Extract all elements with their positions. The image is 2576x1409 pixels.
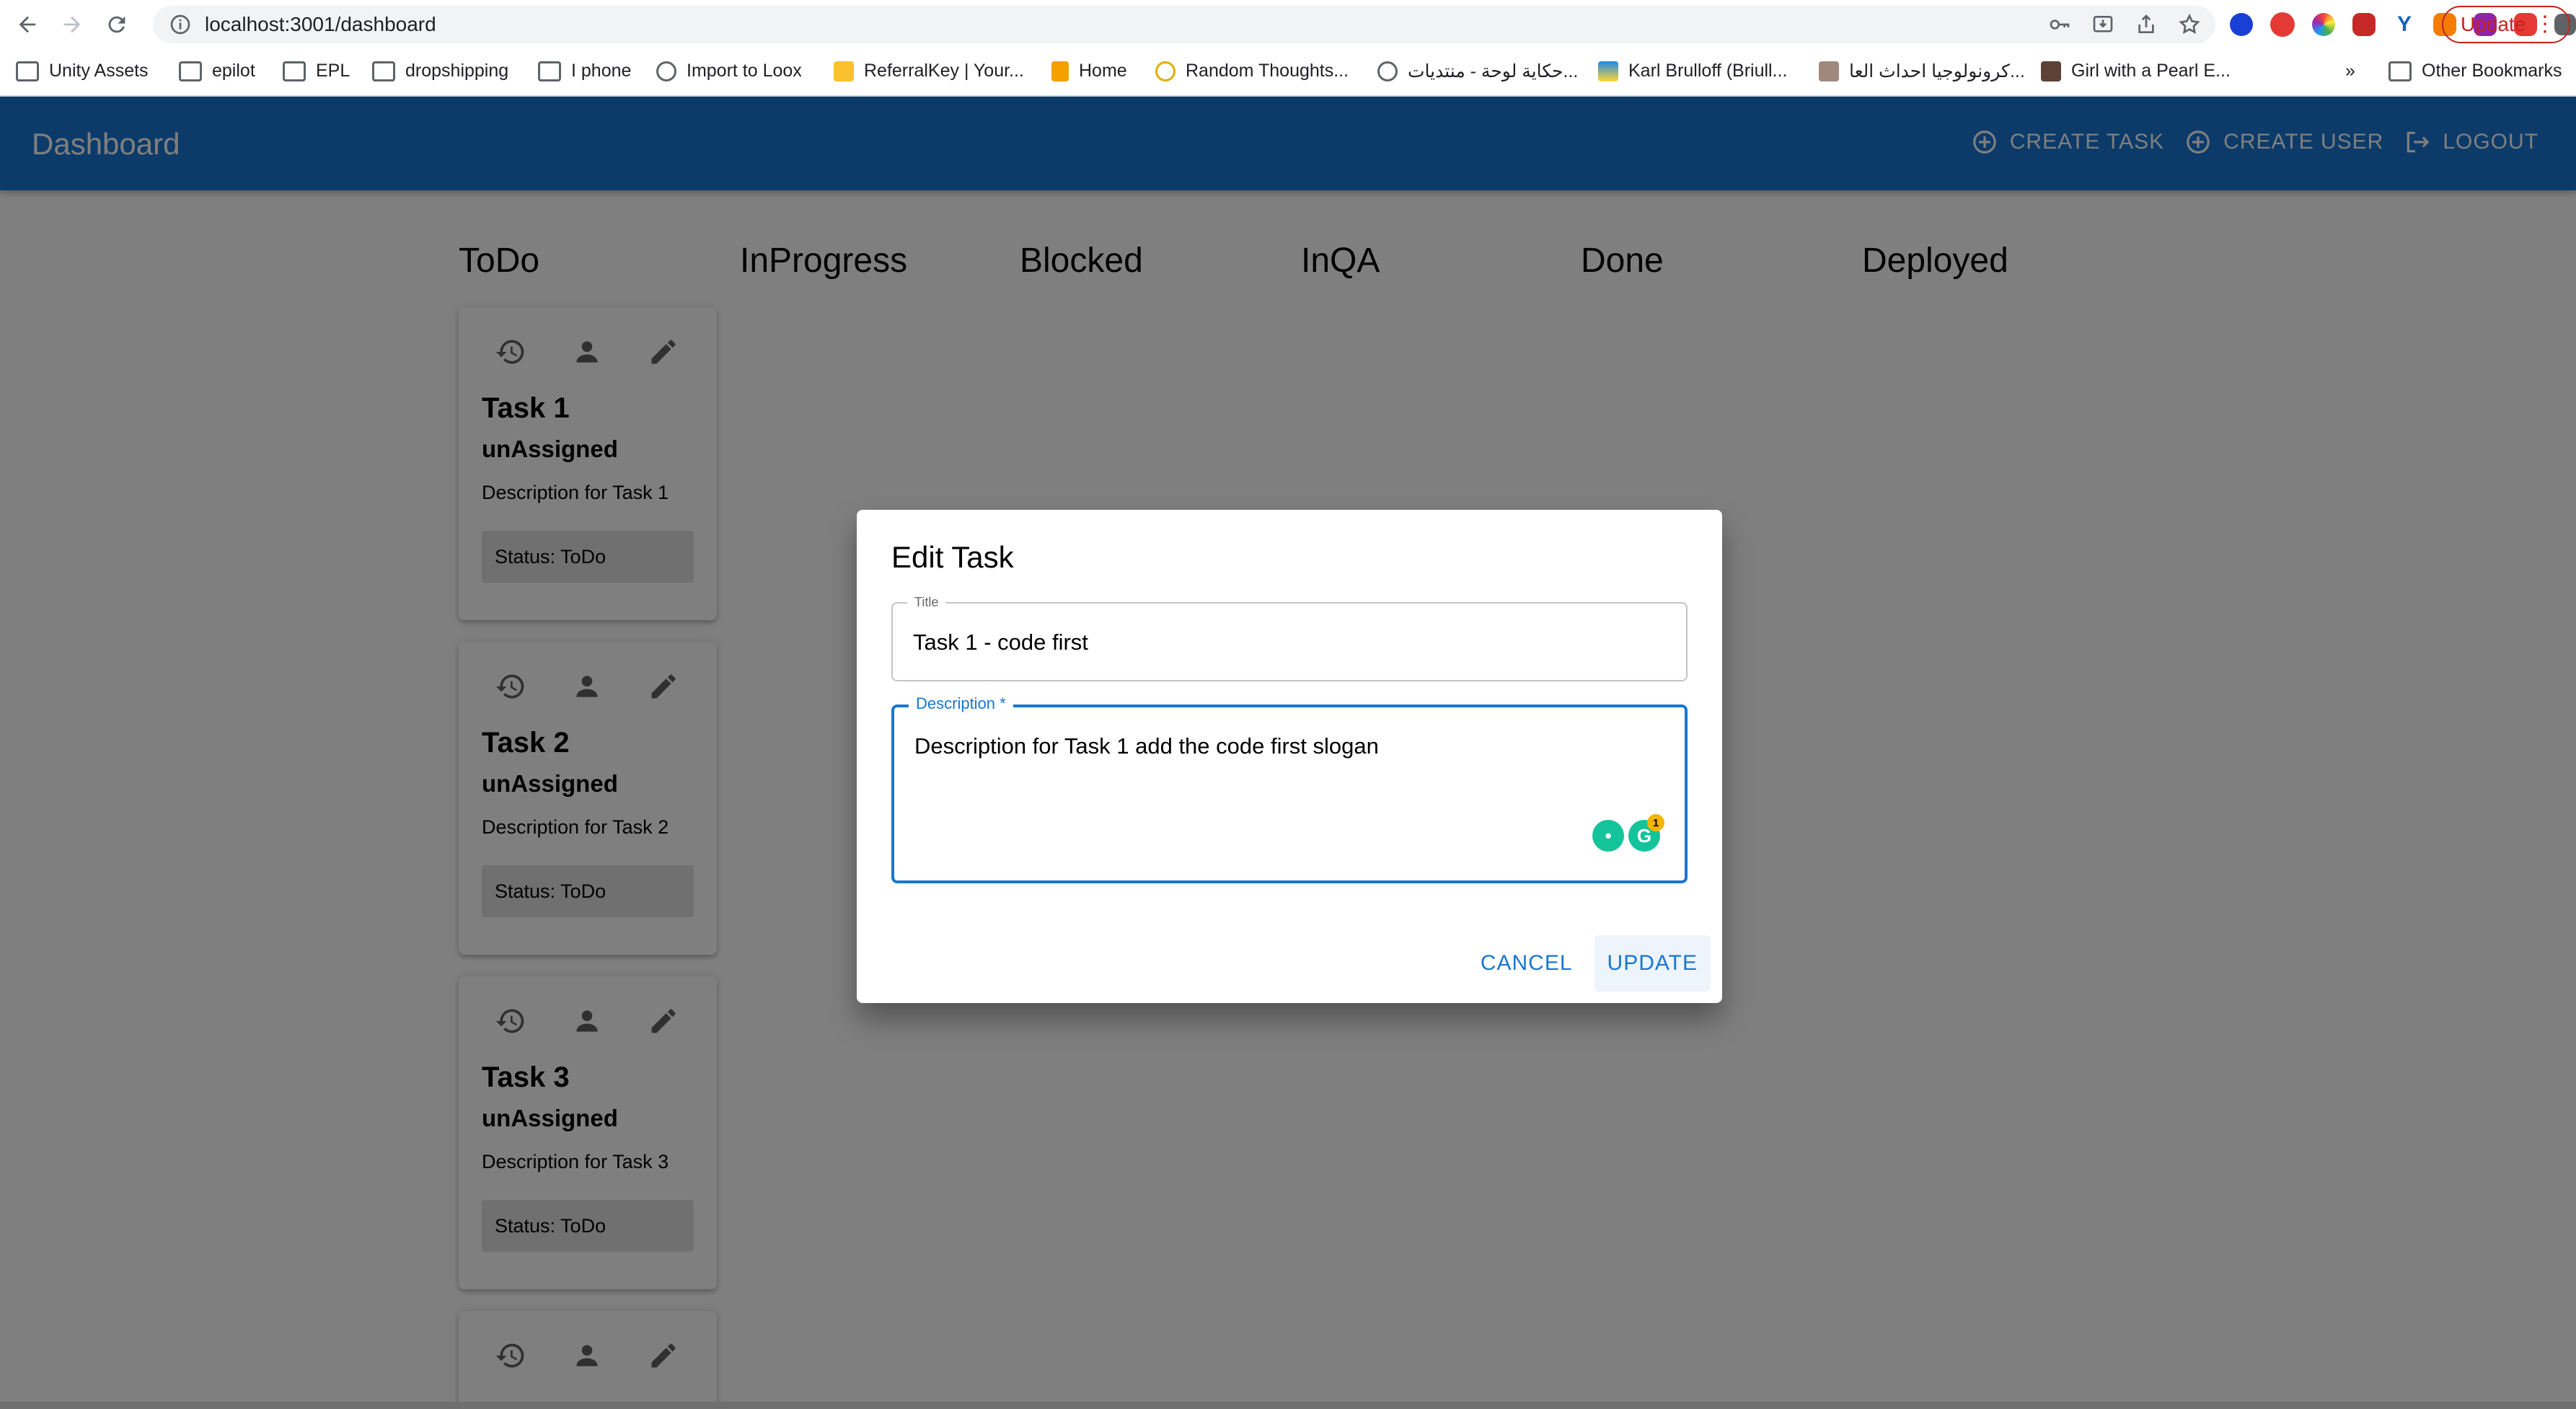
extension-color-wheel-icon[interactable] bbox=[2312, 13, 2335, 36]
url-text[interactable]: localhost:3001/dashboard bbox=[205, 13, 436, 36]
share-icon[interactable] bbox=[2135, 13, 2158, 36]
bookmark-epilot[interactable]: epilot bbox=[179, 61, 255, 81]
globe-icon bbox=[1377, 61, 1398, 81]
bookmark-iphone[interactable]: I phone bbox=[538, 61, 631, 81]
edit-task-dialog: Edit Task Title Task 1 - code first Desc… bbox=[857, 510, 1722, 1003]
bookmark-dropshipping[interactable]: dropshipping bbox=[372, 61, 508, 81]
home-site-icon bbox=[1051, 61, 1069, 81]
bookmark-label: Karl Brulloff (Briull... bbox=[1628, 61, 1788, 81]
bookmark-label: Other Bookmarks bbox=[2422, 61, 2562, 81]
bookmark-girl-with-pearl[interactable]: Girl with a Pearl E... bbox=[2041, 61, 2231, 81]
bookmark-label: كرونولوجيا احداث العا... bbox=[1849, 61, 2025, 81]
key-icon[interactable] bbox=[2048, 13, 2071, 36]
title-field[interactable]: Title Task 1 - code first bbox=[891, 595, 1688, 681]
browser-toolbar: localhost:3001/dashboard Y Update ⋮ bbox=[0, 0, 2576, 49]
title-input[interactable]: Task 1 - code first bbox=[913, 630, 1088, 655]
back-icon[interactable] bbox=[10, 7, 45, 42]
description-textarea[interactable]: Description for Task 1 add the code firs… bbox=[914, 733, 1379, 759]
extension-v-icon[interactable]: Y bbox=[2393, 12, 2416, 36]
folder-icon bbox=[372, 61, 395, 81]
folder-icon bbox=[538, 61, 561, 81]
dialog-title: Edit Task bbox=[891, 540, 1014, 574]
grammarly-icon[interactable]: G1 bbox=[1628, 814, 1664, 852]
folder-icon bbox=[179, 61, 202, 81]
bookmark-label: Random Thoughts... bbox=[1186, 61, 1349, 81]
update-label: Update bbox=[2461, 13, 2526, 35]
fruit-icon bbox=[1155, 61, 1175, 81]
bookmark-epl[interactable]: EPL bbox=[283, 61, 350, 81]
bookmark-arabic-painting[interactable]: حكاية لوحة - منتديات... bbox=[1377, 61, 1578, 82]
bookmark-label: I phone bbox=[571, 61, 632, 81]
bookmark-label: Girl with a Pearl E... bbox=[2071, 61, 2231, 81]
title-field-label: Title bbox=[907, 595, 946, 610]
folder-icon bbox=[16, 61, 39, 81]
folder-icon bbox=[2388, 61, 2412, 81]
bookmark-label: epilot bbox=[212, 61, 255, 81]
description-field[interactable]: Description * Description for Task 1 add… bbox=[891, 694, 1688, 883]
painting-icon bbox=[2041, 61, 2061, 81]
grammarly-bulb-icon[interactable]: • bbox=[1592, 820, 1624, 852]
page-bottom-edge bbox=[0, 1402, 2576, 1409]
other-bookmarks[interactable]: Other Bookmarks bbox=[2388, 61, 2562, 81]
extension-image-icon[interactable] bbox=[2352, 13, 2376, 36]
install-icon[interactable] bbox=[2091, 13, 2114, 36]
bookmark-label: حكاية لوحة - منتديات... bbox=[1408, 61, 1579, 81]
grammarly-count: 1 bbox=[1647, 814, 1664, 831]
bookmark-arabic-chronology[interactable]: كرونولوجيا احداث العا... bbox=[1819, 61, 2025, 82]
cancel-button[interactable]: CANCEL bbox=[1468, 935, 1586, 991]
bookmark-referralkey[interactable]: ReferralKey | Your... bbox=[834, 61, 1024, 81]
bookmark-label: ReferralKey | Your... bbox=[864, 61, 1024, 81]
bookmark-home[interactable]: Home bbox=[1051, 61, 1127, 81]
grammarly-widget[interactable]: • G1 bbox=[1592, 814, 1664, 852]
extension-red-icon[interactable] bbox=[2270, 12, 2295, 37]
bookmark-karl-brulloff[interactable]: Karl Brulloff (Briull... bbox=[1598, 61, 1787, 81]
bookmark-import-to-loox[interactable]: Import to Loox bbox=[656, 61, 802, 81]
site-info-icon[interactable] bbox=[169, 13, 192, 36]
bookmark-label: Unity Assets bbox=[49, 61, 149, 81]
bookmark-label: Home bbox=[1079, 61, 1127, 81]
reload-icon[interactable] bbox=[100, 7, 134, 42]
globe-icon bbox=[656, 61, 676, 81]
bookmark-unity-assets[interactable]: Unity Assets bbox=[16, 61, 149, 81]
bookmark-label: dropshipping bbox=[405, 61, 509, 81]
description-field-label: Description * bbox=[909, 694, 1013, 713]
bookmark-label: EPL bbox=[316, 61, 350, 81]
referralkey-icon bbox=[834, 61, 854, 81]
update-button[interactable]: UPDATE bbox=[1594, 935, 1711, 991]
more-menu-icon[interactable]: ⋮ bbox=[2534, 13, 2556, 36]
bookmarks-overflow-button[interactable]: » bbox=[2345, 61, 2355, 81]
bookmark-random-thoughts[interactable]: Random Thoughts... bbox=[1155, 61, 1349, 81]
extension-blue-icon[interactable] bbox=[2230, 13, 2253, 36]
bookmarks-bar: Unity Assets epilot EPL dropshipping I p… bbox=[0, 49, 2576, 97]
painting-icon bbox=[1598, 61, 1618, 81]
forward-icon[interactable] bbox=[55, 7, 89, 42]
bookmark-star-icon[interactable] bbox=[2178, 13, 2201, 36]
address-bar[interactable]: localhost:3001/dashboard bbox=[153, 6, 2215, 43]
bookmark-label: Import to Loox bbox=[687, 61, 802, 81]
folder-icon bbox=[283, 61, 306, 81]
overflow-label: » bbox=[2345, 61, 2355, 81]
browser-update-button[interactable]: Update ⋮ bbox=[2442, 6, 2570, 43]
portrait-icon bbox=[1819, 61, 1839, 81]
